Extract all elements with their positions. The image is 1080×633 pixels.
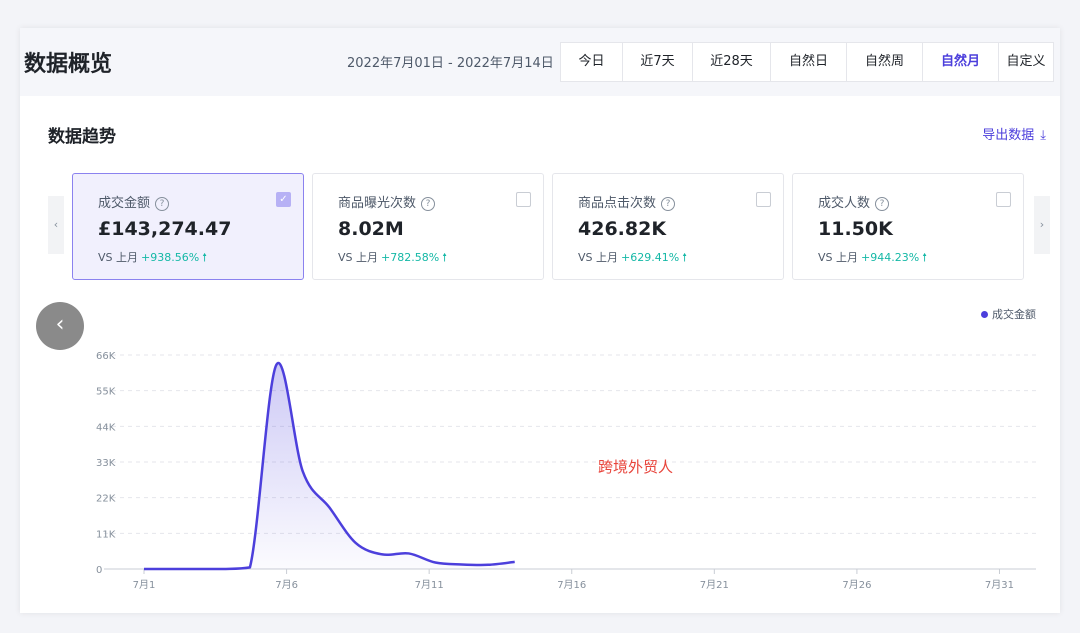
x-tick-label: 7月11: [415, 579, 444, 591]
back-button[interactable]: ‹: [36, 302, 84, 350]
series-area: [144, 363, 515, 569]
x-tick-label: 7月1: [133, 579, 156, 591]
y-tick-label: 44K: [96, 422, 116, 433]
y-tick-label: 55K: [96, 387, 116, 398]
y-tick-label: 0: [96, 565, 102, 576]
x-tick-label: 7月21: [700, 579, 729, 591]
y-tick-label: 33K: [96, 458, 116, 469]
y-tick-label: 22K: [96, 494, 116, 505]
trend-chart: 0 11K 22K 33K 44K 55K 66K 7月1 7月6 7月11 7月16 7月21 7月2…: [96, 351, 1036, 591]
watermark-text: 跨境外贸人: [598, 458, 674, 476]
y-tick-label: 11K: [96, 529, 116, 540]
x-tick-label: 7月31: [985, 579, 1014, 591]
x-tick-label: 7月16: [557, 579, 586, 591]
dashboard-panel: 数据概览 2022年7月01日 - 2022年7月14日 今日 近7天 近28天…: [20, 28, 1060, 613]
y-tick-label: 66K: [96, 351, 116, 362]
x-tick-label: 7月6: [275, 579, 298, 591]
x-tick-label: 7月26: [842, 579, 871, 591]
